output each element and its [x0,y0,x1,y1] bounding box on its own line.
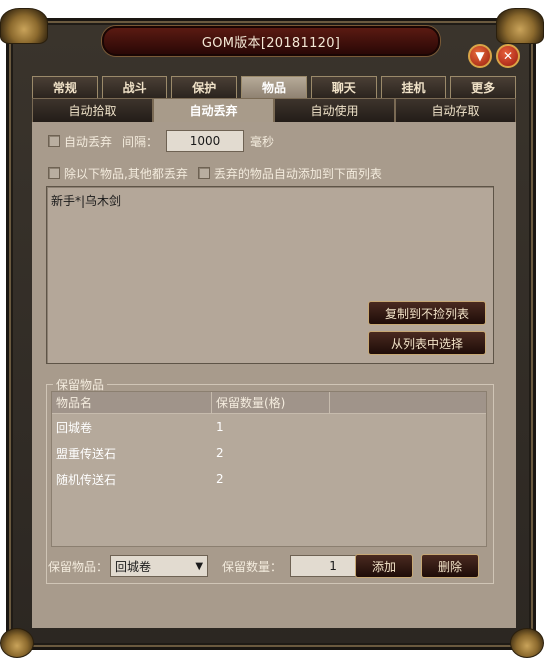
corner-ornament-icon [510,628,544,658]
dragon-ornament-icon [0,8,48,44]
column-header-item-name[interactable]: 物品名 [52,392,212,413]
except-label: 除以下物品,其他都丢弃 [64,166,188,181]
auto-drop-checkbox[interactable] [48,135,60,147]
tab-protect[interactable]: 保护 [171,76,238,98]
tab-general[interactable]: 常规 [32,76,98,98]
select-from-list-button[interactable]: 从列表中选择 [368,331,486,355]
table-row[interactable]: 随机传送石 2 [52,466,486,492]
interval-unit: 毫秒 [250,134,275,149]
table-row[interactable]: 回城卷 1 [52,414,486,440]
drop-list-text: 新手*|乌木剑 [51,194,122,208]
except-checkbox[interactable] [48,167,60,179]
add-button[interactable]: 添加 [355,554,413,578]
auto-add-label: 丢弃的物品自动添加到下面列表 [213,166,382,181]
auto-add-checkbox[interactable] [197,167,210,179]
table-header: 物品名 保留数量(格) [52,392,486,414]
tab-afk[interactable]: 挂机 [380,76,447,98]
item-name-cell: 随机传送石 [56,472,117,487]
column-header-keep-count[interactable]: 保留数量(格) [212,392,330,413]
keep-items-table: 物品名 保留数量(格) 回城卷 1 盟重传送石 2 随机传送石 2 [51,391,487,547]
drop-options-row: 除以下物品,其他都丢弃 丢弃的物品自动添加到下面列表 [48,164,382,182]
table-row[interactable]: 盟重传送石 2 [52,440,486,466]
main-tab-bar: 常规 战斗 保护 物品 聊天 挂机 更多 [32,76,517,98]
dragon-ornament-icon [496,8,544,44]
tab-auto-store[interactable]: 自动存取 [395,98,516,122]
item-name-cell: 盟重传送石 [56,446,117,461]
tab-items[interactable]: 物品 [241,76,307,98]
close-icon: ✕ [502,49,514,63]
delete-button[interactable]: 删除 [421,554,479,578]
keep-item-select[interactable]: 回城卷 ▼ [110,555,209,577]
keep-item-selected: 回城卷 [115,559,152,574]
column-header-empty [330,392,486,413]
item-count-cell: 2 [216,472,224,486]
item-count-cell: 2 [216,446,224,460]
sub-tab-bar: 自动拾取 自动丢弃 自动使用 自动存取 [32,98,516,122]
corner-ornament-icon [0,628,34,658]
window-title: GOM版本[20181120] [201,35,341,51]
close-button[interactable]: ✕ [496,44,520,68]
auto-drop-panel: 自动丢弃 间隔： 1000 毫秒 除以下物品,其他都丢弃 丢弃的物品自动添加到下… [32,122,516,628]
minimize-button[interactable]: ▼ [468,44,492,68]
auto-drop-row: 自动丢弃 间隔： 1000 毫秒 [48,130,274,152]
auto-drop-label: 自动丢弃 [64,134,113,149]
keep-item-editor: 保留物品： 回城卷 ▼ 保留数量： 1 [48,554,377,578]
tab-chat[interactable]: 聊天 [310,76,377,98]
keep-item-label: 保留物品： [48,559,109,574]
title-bar[interactable]: GOM版本[20181120] [102,26,440,56]
item-count-cell: 1 [216,420,224,434]
copy-to-nopick-button[interactable]: 复制到不捡列表 [368,301,486,325]
tab-auto-pickup[interactable]: 自动拾取 [32,98,153,122]
item-name-cell: 回城卷 [56,420,93,435]
tab-combat[interactable]: 战斗 [101,76,168,98]
dropdown-arrow-icon: ▼ [195,560,204,572]
interval-input[interactable]: 1000 [166,130,245,152]
chevron-down-icon: ▼ [475,49,485,63]
tab-auto-use[interactable]: 自动使用 [274,98,395,122]
keep-qty-label: 保留数量： [222,559,283,574]
tab-auto-drop[interactable]: 自动丢弃 [153,98,274,122]
tab-more[interactable]: 更多 [450,76,517,98]
interval-label: 间隔： [122,134,159,149]
